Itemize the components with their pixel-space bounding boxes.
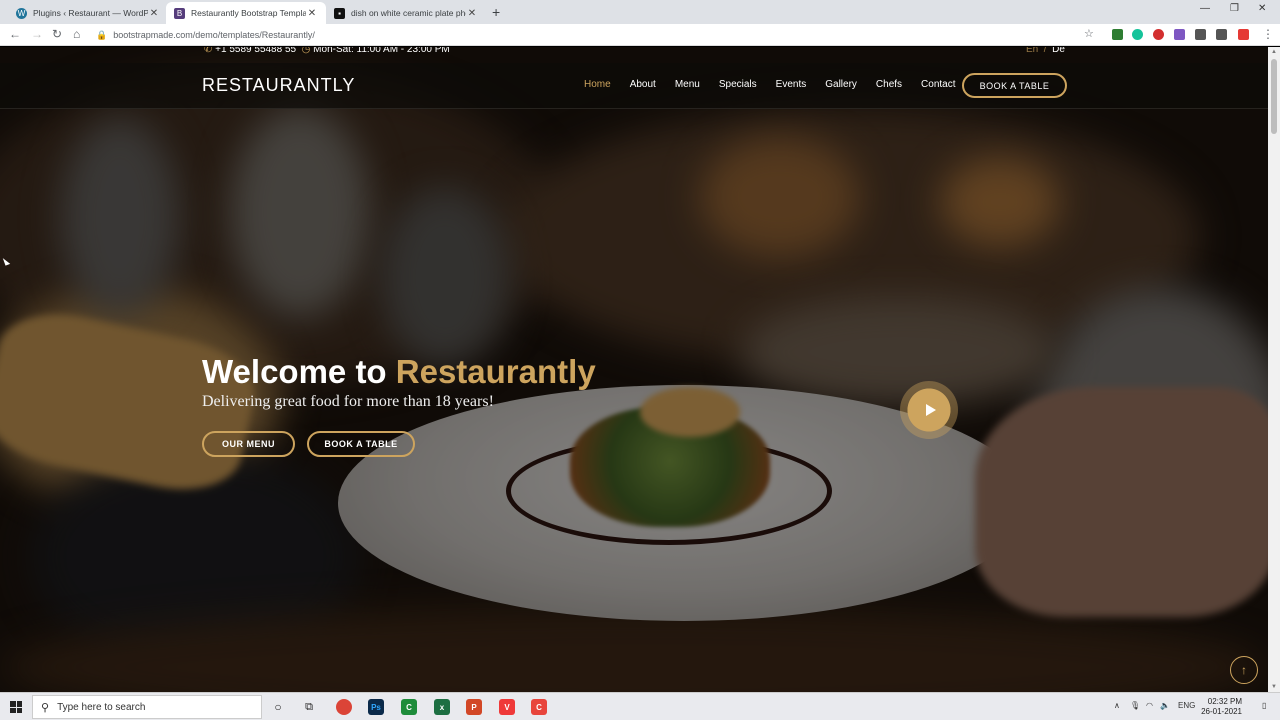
close-icon[interactable]: ✕ (466, 8, 478, 19)
notifications-icon[interactable]: ▯ (1262, 701, 1266, 710)
cortana-icon[interactable]: ○ (270, 699, 286, 715)
bootstrap-icon: B (174, 7, 185, 19)
vivaldi-icon[interactable]: V (499, 699, 515, 715)
restore-icon[interactable]: ❐ (1230, 3, 1239, 14)
chrome-icon[interactable] (336, 699, 352, 715)
search-placeholder: Type here to search (57, 701, 146, 713)
scroll-up-icon[interactable]: ▲ (1271, 49, 1277, 55)
input-language[interactable]: ENG (1178, 701, 1195, 710)
nav-about[interactable]: About (630, 79, 656, 90)
extension-icon[interactable] (1174, 29, 1185, 40)
search-icon: ⚲ (41, 701, 50, 714)
photoshop-icon[interactable]: Ps (368, 699, 384, 715)
browser-toolbar: ← → ↻ ⌂ 🔒 bootstrapmade.com/demo/templat… (0, 24, 1280, 46)
back-icon[interactable]: ← (9, 27, 21, 41)
volume-icon[interactable]: 🔈 (1160, 701, 1170, 710)
tray-expand-icon[interactable]: ∧ (1114, 701, 1120, 710)
phone-number: +1 5589 55488 55 (215, 47, 297, 55)
scroll-down-icon[interactable]: ▼ (1271, 684, 1277, 690)
lang-en-link[interactable]: En (1026, 47, 1038, 55)
arrow-up-icon: ↑ (1241, 663, 1247, 677)
nav-home[interactable]: Home (584, 79, 611, 90)
extension-icon[interactable] (1195, 29, 1206, 40)
book-table-hero-button[interactable]: BOOK A TABLE (307, 431, 415, 457)
nav-chefs[interactable]: Chefs (876, 79, 902, 90)
clock-icon: ◷ (301, 47, 311, 55)
forward-icon[interactable]: → (31, 27, 43, 41)
network-icon[interactable]: ◠ (1146, 701, 1153, 710)
back-to-top-button[interactable]: ↑ (1230, 656, 1258, 684)
contact-info: ✆ +1 5589 55488 55 ◷ Mon-Sat: 11:00 AM -… (204, 47, 450, 55)
close-icon[interactable]: ✕ (306, 8, 318, 19)
browser-tab-active[interactable]: B Restaurantly Bootstrap Template ✕ (166, 2, 326, 24)
nav-specials[interactable]: Specials (719, 79, 757, 90)
bookmark-star-icon[interactable]: ☆ (1084, 27, 1094, 40)
page-scrollbar[interactable]: ▲ ▼ (1268, 47, 1280, 692)
powerpoint-icon[interactable]: P (466, 699, 482, 715)
lock-icon: 🔒 (96, 29, 108, 40)
tab-label: dish on white ceramic plate photo (351, 8, 466, 18)
browser-tab[interactable]: ▪ dish on white ceramic plate photo ✕ (326, 2, 486, 24)
task-view-icon[interactable]: ⧉ (301, 699, 317, 715)
camtasia-icon[interactable]: C (401, 699, 417, 715)
extension-icon[interactable] (1112, 29, 1123, 40)
clock-time: 02:32 PM (1207, 697, 1242, 706)
site-logo[interactable]: RESTAURANTLY (202, 75, 355, 96)
window-close-icon[interactable]: ✕ (1258, 3, 1266, 14)
hero-title-prefix: Welcome to (202, 353, 387, 390)
close-icon[interactable]: ✕ (148, 8, 160, 19)
hero-title: Welcome to Restaurantly (202, 353, 596, 391)
grammarly-icon[interactable] (1132, 29, 1143, 40)
our-menu-button[interactable]: OUR MENU (202, 431, 295, 457)
clock-date: 26-01-2021 (1201, 707, 1242, 716)
lang-de-link[interactable]: De (1052, 47, 1065, 55)
play-video-button[interactable] (900, 381, 958, 439)
excel-icon[interactable]: x (434, 699, 450, 715)
main-nav: Home About Menu Specials Events Gallery … (584, 79, 975, 90)
browser-tab[interactable]: W Plugins ‹ Restaurant — WordPress ✕ (8, 2, 168, 24)
address-bar[interactable]: 🔒 bootstrapmade.com/demo/templates/Resta… (96, 26, 1096, 44)
puzzle-icon[interactable] (1216, 29, 1227, 40)
browser-tabstrip: W Plugins ‹ Restaurant — WordPress ✕ B R… (0, 0, 1280, 24)
unsplash-icon: ▪ (334, 7, 345, 19)
language-switcher: En / De (1026, 47, 1065, 55)
windows-taskbar: ⚲ Type here to search ○ ⧉ Ps C x P V C ∧… (0, 692, 1280, 720)
new-tab-icon[interactable]: + (492, 4, 500, 20)
book-table-header-button[interactable]: BOOK A TABLE (962, 73, 1067, 98)
topbar: ✆ +1 5589 55488 55 ◷ Mon-Sat: 11:00 AM -… (0, 47, 1268, 63)
tab-label: Plugins ‹ Restaurant — WordPress (33, 8, 148, 18)
home-icon[interactable]: ⌂ (73, 27, 80, 41)
site-header: RESTAURANTLY Home About Menu Specials Ev… (0, 63, 1268, 109)
adblock-icon[interactable] (1153, 29, 1164, 40)
wordpress-icon: W (16, 7, 27, 19)
hero-background-image (0, 47, 1268, 692)
windows-start-icon[interactable] (10, 701, 22, 713)
scrollbar-thumb[interactable] (1271, 59, 1277, 134)
app-icon[interactable]: C (531, 699, 547, 715)
hero-title-brand: Restaurantly (395, 353, 596, 390)
menu-dots-icon[interactable]: ⋮ (1262, 27, 1274, 41)
nav-events[interactable]: Events (776, 79, 807, 90)
extension-icon[interactable] (1238, 29, 1249, 40)
opening-hours: Mon-Sat: 11:00 AM - 23:00 PM (313, 47, 450, 55)
url-text: bootstrapmade.com/demo/templates/Restaur… (113, 30, 315, 40)
minimize-icon[interactable]: — (1200, 3, 1210, 14)
nav-contact[interactable]: Contact (921, 79, 955, 90)
reload-icon[interactable]: ↻ (52, 27, 62, 41)
taskbar-search[interactable]: ⚲ Type here to search (32, 695, 262, 719)
nav-menu[interactable]: Menu (675, 79, 700, 90)
play-icon (925, 404, 936, 416)
taskbar-clock[interactable]: 02:32 PM 26-01-2021 (1194, 697, 1242, 717)
page-viewport: ✆ +1 5589 55488 55 ◷ Mon-Sat: 11:00 AM -… (0, 47, 1268, 692)
tab-label: Restaurantly Bootstrap Template (191, 8, 306, 18)
phone-icon: ✆ (204, 47, 213, 55)
hero-subtitle: Delivering great food for more than 18 y… (202, 393, 494, 410)
microphone-icon[interactable]: 🎙 (1130, 701, 1140, 710)
lang-separator: / (1043, 47, 1047, 55)
nav-gallery[interactable]: Gallery (825, 79, 857, 90)
